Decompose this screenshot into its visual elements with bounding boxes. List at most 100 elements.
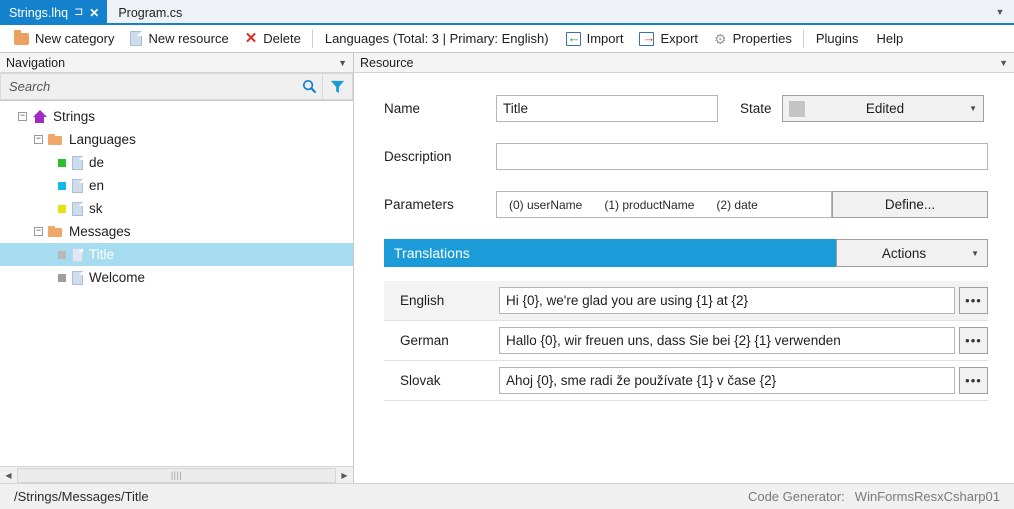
tab-bar: Strings.lhq ⊐ ✕ Program.cs ▼ bbox=[0, 0, 1014, 25]
tab-strings-lhq[interactable]: Strings.lhq ⊐ ✕ bbox=[0, 0, 108, 25]
tab-label: Strings.lhq bbox=[9, 5, 69, 20]
delete-button[interactable]: ✕ Delete bbox=[237, 27, 309, 51]
scrollbar-track[interactable]: |||| bbox=[17, 467, 336, 483]
status-bar: /Strings/Messages/Title Code Generator: … bbox=[0, 483, 1014, 509]
tree-item-de[interactable]: de bbox=[0, 151, 353, 174]
chevron-down-icon[interactable]: ▼ bbox=[338, 58, 347, 68]
horizontal-scrollbar[interactable]: ◀ |||| ▶ bbox=[0, 466, 353, 483]
search-icon[interactable] bbox=[296, 79, 322, 94]
tree-item-strings[interactable]: − Strings bbox=[0, 105, 353, 128]
name-row: Name Title State Edited ▼ bbox=[384, 95, 988, 122]
state-color-swatch bbox=[789, 100, 805, 117]
status-square bbox=[58, 273, 66, 282]
ellipsis-icon[interactable]: ••• bbox=[959, 327, 988, 354]
collapse-toggle[interactable]: − bbox=[34, 134, 43, 144]
tree-item-label: sk bbox=[89, 201, 103, 216]
new-category-button[interactable]: New category bbox=[6, 27, 122, 51]
tree-item-languages[interactable]: − Languages bbox=[0, 128, 353, 151]
translation-language: English bbox=[400, 293, 445, 308]
new-category-label: New category bbox=[35, 31, 115, 46]
tree-item-title[interactable]: Title bbox=[0, 243, 353, 266]
application-window: Strings.lhq ⊐ ✕ Program.cs ▼ New categor… bbox=[0, 0, 1014, 509]
properties-button[interactable]: ⚙ Properties bbox=[706, 27, 800, 51]
filter-button[interactable] bbox=[323, 73, 353, 100]
home-icon bbox=[32, 110, 47, 123]
chevron-down-icon[interactable]: ▼ bbox=[999, 58, 1008, 68]
status-path: /Strings/Messages/Title bbox=[14, 489, 149, 504]
parameter-item: (1) productName bbox=[604, 197, 695, 212]
tree-item-messages[interactable]: − Messages bbox=[0, 220, 353, 243]
tree-item-welcome[interactable]: Welcome bbox=[0, 266, 353, 289]
plugins-button[interactable]: Plugins bbox=[807, 27, 868, 51]
translation-input[interactable]: Ahoj {0}, sme radi že používate {1} v ča… bbox=[499, 367, 955, 394]
status-square bbox=[58, 250, 66, 259]
resource-panel: Resource ▼ Name Title State Edited ▼ Des… bbox=[354, 53, 1014, 483]
translations-header: Translations Actions ▼ bbox=[384, 239, 988, 267]
translation-input[interactable]: Hallo {0}, wir freuen uns, dass Sie bei … bbox=[499, 327, 955, 354]
new-resource-button[interactable]: New resource bbox=[122, 27, 236, 51]
arrow-right-icon[interactable]: ▶ bbox=[336, 467, 353, 483]
pin-icon[interactable]: ⊐ bbox=[74, 7, 83, 18]
ellipsis-icon[interactable]: ••• bbox=[959, 287, 988, 314]
state-dropdown[interactable]: Edited ▼ bbox=[782, 95, 984, 122]
resource-tree[interactable]: − Strings − Languages de en sk − Message… bbox=[0, 101, 353, 466]
search-box[interactable] bbox=[0, 73, 323, 100]
parameters-row: Parameters (0) userName (1) productName … bbox=[384, 191, 988, 218]
tab-label: Program.cs bbox=[118, 5, 183, 20]
arrow-left-icon[interactable]: ◀ bbox=[0, 467, 17, 483]
scrollbar-grip: |||| bbox=[170, 470, 183, 480]
tree-item-en[interactable]: en bbox=[0, 174, 353, 197]
parameter-item: (0) userName bbox=[509, 197, 583, 212]
status-generator: Code Generator: WinFormsResxCsharp01 bbox=[748, 489, 1000, 504]
export-icon bbox=[639, 30, 655, 46]
generator-label: Code Generator: bbox=[747, 489, 845, 504]
import-icon bbox=[565, 30, 581, 46]
actions-dropdown-button[interactable]: Actions ▼ bbox=[836, 239, 988, 267]
state-label: State bbox=[740, 101, 772, 116]
document-icon bbox=[72, 178, 83, 193]
chevron-down-icon: ▼ bbox=[969, 104, 977, 113]
help-button[interactable]: Help bbox=[867, 27, 912, 51]
scrollbar-thumb[interactable]: |||| bbox=[17, 467, 336, 483]
define-button[interactable]: Define... bbox=[832, 191, 988, 218]
search-row bbox=[0, 73, 353, 101]
ellipsis-icon[interactable]: ••• bbox=[959, 367, 988, 394]
parameters-list[interactable]: (0) userName (1) productName (2) date bbox=[496, 191, 832, 218]
chevron-down-icon: ▼ bbox=[971, 248, 979, 258]
toolbar-separator bbox=[311, 29, 313, 48]
open-folder-icon bbox=[48, 134, 63, 145]
name-label: Name bbox=[384, 101, 421, 116]
resource-title: Resource bbox=[360, 55, 414, 70]
translations-title: Translations bbox=[384, 239, 836, 267]
tab-program-cs[interactable]: Program.cs bbox=[107, 0, 190, 25]
toolbar-separator-2 bbox=[802, 29, 804, 48]
status-square bbox=[58, 204, 66, 213]
close-icon[interactable]: ✕ bbox=[89, 7, 99, 19]
translation-language: German bbox=[400, 333, 449, 348]
tree-item-label: en bbox=[89, 178, 105, 193]
navigation-panel: Navigation ▼ − Strin bbox=[0, 53, 354, 483]
collapse-toggle[interactable]: − bbox=[18, 111, 27, 121]
search-input[interactable] bbox=[1, 79, 296, 94]
parameters-field-group: (0) userName (1) productName (2) date De… bbox=[496, 191, 988, 218]
export-label: Export bbox=[660, 31, 699, 46]
chevron-down-icon[interactable]: ▼ bbox=[986, 0, 1014, 23]
translation-language: Slovak bbox=[400, 373, 441, 388]
tab-bar-spacer bbox=[190, 0, 986, 23]
generator-value: WinFormsResxCsharp01 bbox=[854, 489, 1000, 504]
folder-icon bbox=[14, 29, 29, 45]
export-button[interactable]: Export bbox=[631, 27, 706, 51]
name-input[interactable]: Title bbox=[496, 95, 718, 122]
navigation-panel-header: Navigation ▼ bbox=[0, 53, 353, 73]
main-body: Navigation ▼ − Strin bbox=[0, 53, 1014, 483]
description-input[interactable] bbox=[496, 143, 988, 170]
import-button[interactable]: Import bbox=[558, 27, 632, 51]
properties-label: Properties bbox=[732, 31, 792, 46]
translation-input[interactable]: Hi {0}, we're glad you are using {1} at … bbox=[499, 287, 955, 314]
collapse-toggle[interactable]: − bbox=[34, 226, 43, 236]
delete-label: Delete bbox=[263, 31, 301, 46]
new-resource-label: New resource bbox=[148, 31, 229, 46]
open-folder-icon bbox=[48, 226, 63, 237]
navigation-title: Navigation bbox=[6, 55, 66, 70]
tree-item-sk[interactable]: sk bbox=[0, 197, 353, 220]
